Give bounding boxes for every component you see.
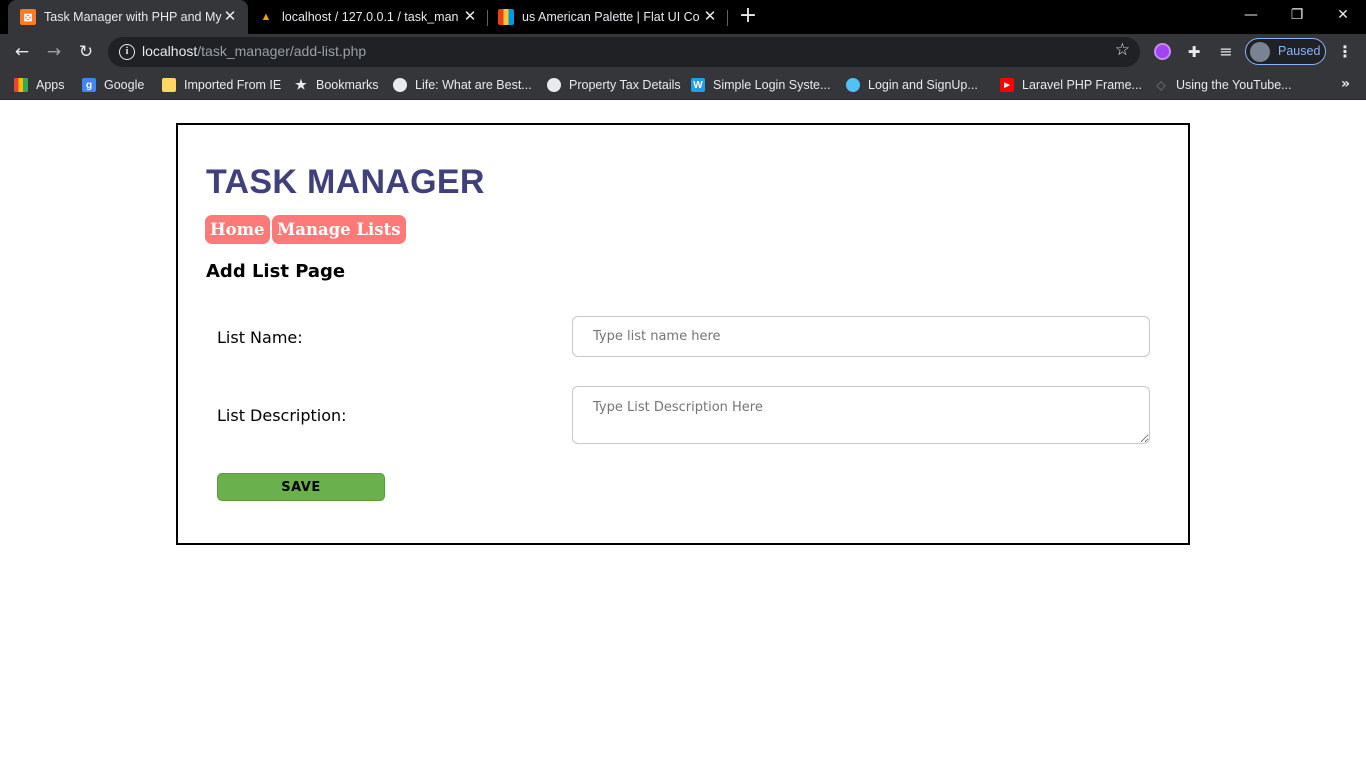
- bookmark-label: Laravel PHP Frame...: [1022, 78, 1142, 92]
- tab-phpmyadmin[interactable]: ▲ localhost / 127.0.0.1 / task_manager ✕: [248, 0, 488, 34]
- close-tab-icon[interactable]: ✕: [462, 9, 478, 25]
- minimize-button[interactable]: —: [1228, 0, 1274, 30]
- forward-arrow-icon[interactable]: →: [42, 40, 66, 64]
- browser-toolbar: ← → ↻ i localhost/task_manager/add-list.…: [0, 34, 1366, 70]
- site-info-icon[interactable]: i: [119, 44, 135, 60]
- bookmark-property-tax[interactable]: Property Tax Details: [547, 76, 681, 94]
- close-tab-icon[interactable]: ✕: [222, 9, 238, 25]
- bookmark-label: Using the YouTube...: [1176, 78, 1292, 92]
- bookmarks-bar: Apps g Google Imported From IE ★ Bookmar…: [0, 70, 1366, 100]
- tab-flat-ui-colors[interactable]: us American Palette | Flat UI Colors ✕: [488, 0, 728, 34]
- app-title: TASK MANAGER: [206, 163, 485, 201]
- list-description-label: List Description:: [217, 406, 347, 425]
- menu-kebab-icon[interactable]: ⋮: [1333, 40, 1357, 64]
- youtube-icon: ▶: [1000, 78, 1014, 92]
- bookmarks-overflow-button[interactable]: »: [1341, 76, 1350, 92]
- tab-separator: [727, 10, 728, 26]
- browser-tab-strip: ⊠ Task Manager with PHP and MySQL ✕ ▲ lo…: [0, 0, 1366, 34]
- globe-icon: [547, 78, 561, 92]
- tab-title: Task Manager with PHP and MySQL: [44, 10, 222, 24]
- w-icon: W: [691, 78, 705, 92]
- profile-status: Paused: [1278, 44, 1321, 58]
- close-tab-icon[interactable]: ✕: [702, 9, 718, 25]
- folder-icon: [162, 78, 176, 92]
- save-button[interactable]: SAVE: [217, 473, 385, 501]
- flat-ui-colors-icon: [498, 9, 514, 25]
- profile-button[interactable]: Paused: [1245, 38, 1326, 65]
- bookmark-login-signup[interactable]: Login and SignUp...: [846, 76, 978, 94]
- restore-button[interactable]: ❐: [1274, 0, 1320, 30]
- page-wrapper: TASK MANAGER Home Manage Lists Add List …: [176, 123, 1190, 545]
- extension-icon[interactable]: [1154, 43, 1171, 60]
- address-bar[interactable]: i localhost/task_manager/add-list.php ☆: [108, 37, 1140, 67]
- reload-icon[interactable]: ↻: [74, 40, 98, 64]
- tab-task-manager[interactable]: ⊠ Task Manager with PHP and MySQL ✕: [8, 0, 248, 34]
- extensions-puzzle-icon[interactable]: ✚: [1182, 40, 1206, 64]
- bookmark-label: Bookmarks: [316, 78, 379, 92]
- bookmark-laravel[interactable]: ▶ Laravel PHP Frame...: [1000, 76, 1142, 94]
- close-window-button[interactable]: ✕: [1320, 0, 1366, 30]
- new-tab-button[interactable]: +: [738, 5, 758, 28]
- tab-title: us American Palette | Flat UI Colors: [522, 10, 700, 24]
- bookmark-google[interactable]: g Google: [82, 76, 144, 94]
- list-name-label: List Name:: [217, 328, 303, 347]
- nav-home-button[interactable]: Home: [205, 215, 270, 244]
- url-text[interactable]: localhost/task_manager/add-list.php: [142, 43, 366, 59]
- bookmark-label: Google: [104, 78, 145, 92]
- bookmark-apps[interactable]: Apps: [14, 76, 65, 94]
- back-arrow-icon[interactable]: ←: [10, 40, 34, 64]
- bookmark-label: Simple Login Syste...: [713, 78, 831, 92]
- bookmark-life[interactable]: Life: What are Best...: [393, 76, 532, 94]
- tab-title: localhost / 127.0.0.1 / task_manager: [282, 10, 458, 24]
- bookmark-bookmarks[interactable]: ★ Bookmarks: [294, 76, 379, 94]
- url-host: localhost: [142, 43, 198, 59]
- phpmyadmin-icon: ▲: [260, 11, 272, 23]
- google-icon: g: [82, 78, 96, 92]
- android-icon: [846, 78, 860, 92]
- page-heading: Add List Page: [206, 261, 346, 282]
- apps-grid-icon: [14, 78, 28, 92]
- bookmark-label: Apps: [36, 78, 65, 92]
- bookmark-youtube-api[interactable]: ◇ Using the YouTube...: [1154, 76, 1292, 94]
- reading-list-icon[interactable]: ≡: [1214, 40, 1238, 64]
- bookmark-simple-login[interactable]: W Simple Login Syste...: [691, 76, 830, 94]
- url-path: /task_manager/add-list.php: [197, 43, 367, 59]
- globe-icon: [393, 78, 407, 92]
- bookmark-label: Life: What are Best...: [415, 78, 532, 92]
- bookmark-label: Imported From IE: [184, 78, 282, 92]
- bookmark-label: Property Tax Details: [569, 78, 681, 92]
- bookmark-star-icon[interactable]: ☆: [1115, 40, 1130, 60]
- bookmark-label: Login and SignUp...: [868, 78, 978, 92]
- bookmark-imported-from-ie[interactable]: Imported From IE: [162, 76, 281, 94]
- xampp-icon: ⊠: [20, 9, 36, 25]
- star-icon: ★: [295, 77, 307, 92]
- avatar: [1250, 42, 1270, 62]
- nav-manage-lists-button[interactable]: Manage Lists: [272, 215, 406, 244]
- list-name-input[interactable]: [572, 316, 1150, 357]
- code-icon: ◇: [1156, 78, 1166, 92]
- list-description-textarea[interactable]: [572, 386, 1150, 444]
